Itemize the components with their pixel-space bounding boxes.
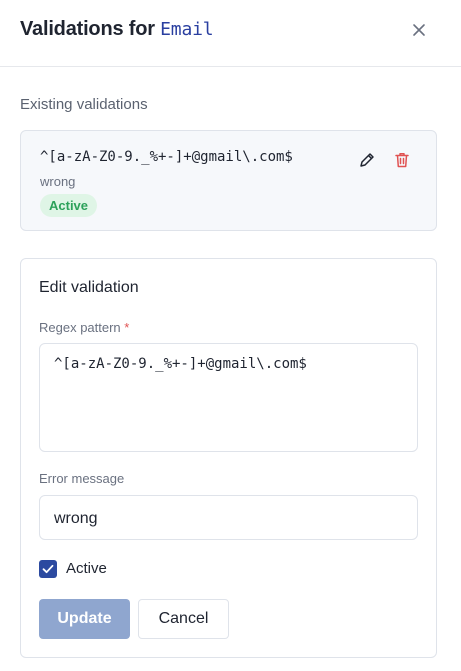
error-message-label: Error message — [39, 471, 125, 486]
regex-pattern-label: Regex pattern * — [39, 320, 129, 335]
close-button[interactable] — [408, 19, 430, 41]
cancel-button[interactable]: Cancel — [138, 599, 229, 639]
dialog-title: Validations for Email — [20, 18, 214, 41]
validation-card: ^[a-zA-Z0-9._%+-]+@gmail\.com$ wrong Act… — [20, 130, 437, 231]
edit-validation-button[interactable] — [357, 150, 377, 170]
trash-icon — [395, 153, 409, 168]
close-icon — [413, 24, 425, 36]
delete-validation-button[interactable] — [392, 150, 412, 170]
dialog-title-field: Email — [160, 19, 214, 40]
update-button[interactable]: Update — [39, 599, 130, 639]
regex-pattern-value: ^[a-zA-Z0-9._%+-]+@gmail\.com$ — [54, 356, 307, 372]
pencil-icon — [360, 153, 374, 167]
existing-validations-label: Existing validations — [20, 96, 148, 113]
regex-pattern-label-text: Regex pattern — [39, 320, 121, 335]
error-message-input[interactable]: wrong — [39, 495, 418, 540]
edit-panel-title: Edit validation — [39, 279, 139, 296]
dialog-title-prefix: Validations for — [20, 18, 155, 40]
validation-pattern: ^[a-zA-Z0-9._%+-]+@gmail\.com$ — [40, 149, 293, 165]
dialog-header: Validations for Email — [0, 0, 461, 67]
check-icon — [42, 564, 54, 574]
validation-message: wrong — [40, 174, 76, 189]
required-mark: * — [124, 320, 130, 335]
error-message-value: wrong — [54, 510, 98, 527]
active-checkbox[interactable] — [39, 560, 57, 578]
status-badge: Active — [40, 194, 98, 217]
edit-validation-panel: Edit validation Regex pattern * ^[a-zA-Z… — [20, 258, 437, 658]
regex-pattern-input[interactable]: ^[a-zA-Z0-9._%+-]+@gmail\.com$ — [39, 343, 418, 452]
active-checkbox-label[interactable]: Active — [66, 560, 107, 577]
